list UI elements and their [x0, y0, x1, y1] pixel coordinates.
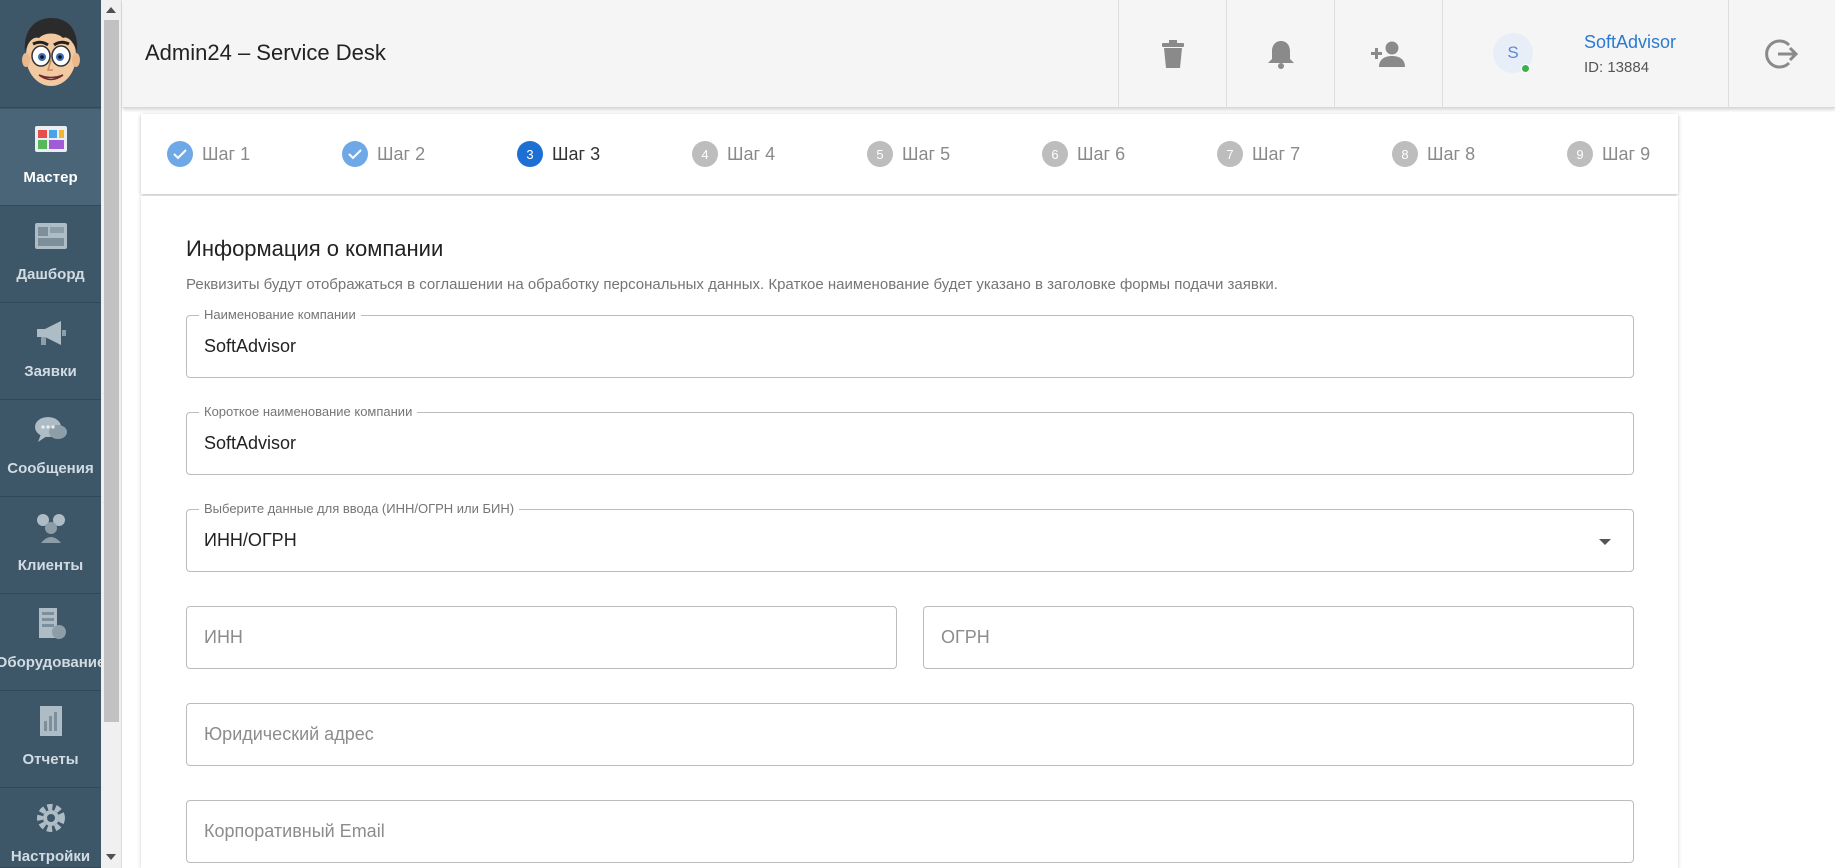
step-4[interactable]: 4 Шаг 4 — [692, 140, 775, 168]
sidebar-item-wizard[interactable]: Мастер — [0, 109, 101, 206]
short-name-input[interactable] — [187, 413, 1633, 474]
trash-icon — [1161, 40, 1184, 68]
logo[interactable] — [0, 0, 101, 108]
step-number: 9 — [1567, 141, 1593, 167]
step-progress: Шаг 1 Шаг 2 3 Шаг 3 4 Шаг 4 5 Шаг 5 6 Ша… — [141, 114, 1678, 194]
step-6[interactable]: 6 Шаг 6 — [1042, 140, 1125, 168]
sidebar-item-clients[interactable]: Клиенты — [0, 497, 101, 594]
inn-input[interactable] — [187, 607, 896, 668]
sidebar-item-label: Мастер — [23, 169, 78, 186]
app-title: Admin24 – Service Desk — [145, 40, 386, 65]
reports-icon — [33, 703, 69, 739]
corporate-email-input[interactable] — [187, 801, 1633, 862]
user-name-link[interactable]: SoftAdvisor — [1584, 32, 1676, 53]
company-info-form: Информация о компании Реквизиты будут от… — [141, 196, 1678, 868]
sidebar-item-reports[interactable]: Отчеты — [0, 691, 101, 788]
field-label: Выберите данные для ввода (ИНН/ОГРН или … — [199, 501, 520, 516]
step-number: 6 — [1042, 141, 1068, 167]
ogrn-input[interactable] — [924, 607, 1633, 668]
step-label: Шаг 9 — [1602, 143, 1651, 164]
sidebar-scrollbar[interactable] — [101, 0, 122, 868]
sidebar-item-messages[interactable]: Сообщения — [0, 400, 101, 497]
step-label: Шаг 5 — [902, 143, 951, 164]
step-label: Шаг 2 — [377, 143, 426, 164]
logout-button[interactable] — [1729, 0, 1835, 108]
legal-address-input[interactable] — [187, 704, 1633, 765]
sidebar-item-label: Дашборд — [16, 266, 85, 283]
clients-icon — [33, 509, 69, 545]
equipment-icon — [33, 606, 69, 642]
corporate-email-field[interactable] — [186, 800, 1634, 863]
chat-icon — [33, 412, 69, 448]
step-1[interactable]: Шаг 1 — [167, 140, 250, 168]
add-user-button[interactable] — [1334, 0, 1442, 108]
add-user-icon — [1370, 41, 1405, 67]
sidebar-item-label: Клиенты — [17, 557, 84, 574]
step-label: Шаг 6 — [1077, 143, 1126, 164]
ogrn-field[interactable] — [923, 606, 1634, 669]
step-8[interactable]: 8 Шаг 8 — [1392, 140, 1475, 168]
wizard-icon — [33, 121, 69, 157]
step-label: Шаг 8 — [1427, 143, 1476, 164]
user-id: ID: 13884 — [1584, 59, 1650, 76]
step-label: Шаг 1 — [202, 143, 251, 164]
scroll-thumb[interactable] — [104, 20, 119, 722]
company-name-field[interactable]: Наименование компании — [186, 307, 1634, 378]
sidebar-item-label: Отчеты — [22, 751, 79, 768]
step-number: 5 — [867, 141, 893, 167]
step-label: Шаг 4 — [727, 143, 776, 164]
top-header: Admin24 – Service Desk S SoftAdvisor ID:… — [123, 0, 1835, 108]
step-number: 3 — [517, 141, 543, 167]
sidebar-item-label: Оборудование — [0, 654, 106, 671]
short-name-field[interactable]: Короткое наименование компании — [186, 404, 1634, 475]
bell-icon — [1267, 41, 1294, 69]
inn-field[interactable] — [186, 606, 897, 669]
notifications-button[interactable] — [1226, 0, 1334, 108]
sidebar-item-equipment[interactable]: Оборудование — [0, 594, 105, 691]
sidebar-item-label: Настройки — [10, 848, 91, 865]
online-status-dot — [1521, 64, 1530, 73]
sidebar-item-settings[interactable]: Настройки — [0, 788, 101, 868]
step-2[interactable]: Шаг 2 — [342, 140, 425, 168]
step-number: 7 — [1217, 141, 1243, 167]
check-icon — [167, 141, 193, 167]
section-description: Реквизиты будут отображаться в соглашени… — [186, 276, 1278, 293]
step-7[interactable]: 7 Шаг 7 — [1217, 140, 1300, 168]
step-number: 8 — [1392, 141, 1418, 167]
sidebar-item-dashboard[interactable]: Дашборд — [0, 206, 101, 303]
step-9[interactable]: 9 Шаг 9 — [1567, 140, 1650, 168]
sidebar-item-label: Заявки — [24, 363, 77, 380]
chevron-down-icon[interactable] — [1599, 539, 1611, 545]
scroll-down-icon[interactable] — [106, 854, 116, 860]
megaphone-icon — [33, 315, 69, 351]
scroll-up-icon[interactable] — [106, 7, 116, 13]
user-profile[interactable]: S SoftAdvisor ID: 13884 — [1442, 0, 1729, 108]
step-5[interactable]: 5 Шаг 5 — [867, 140, 950, 168]
section-title: Информация о компании — [186, 236, 444, 261]
step-label: Шаг 3 — [552, 143, 601, 164]
company-name-input[interactable] — [187, 316, 1633, 377]
dashboard-icon — [33, 218, 69, 254]
gear-icon — [33, 800, 69, 836]
mascot-logo-icon — [21, 17, 80, 86]
sidebar-item-label: Сообщения — [7, 460, 94, 477]
sidebar-item-requests[interactable]: Заявки — [0, 303, 101, 400]
step-3[interactable]: 3 Шаг 3 — [517, 140, 600, 168]
select-value: ИНН/ОГРН — [204, 530, 297, 550]
id-type-select[interactable]: Выберите данные для ввода (ИНН/ОГРН или … — [186, 501, 1634, 572]
logout-icon — [1765, 39, 1799, 69]
check-icon — [342, 141, 368, 167]
sidebar: Мастер Дашборд Заявки Сообщения Клиенты … — [0, 0, 105, 868]
trash-button[interactable] — [1118, 0, 1226, 108]
step-label: Шаг 7 — [1252, 143, 1301, 164]
legal-address-field[interactable] — [186, 703, 1634, 766]
step-number: 4 — [692, 141, 718, 167]
